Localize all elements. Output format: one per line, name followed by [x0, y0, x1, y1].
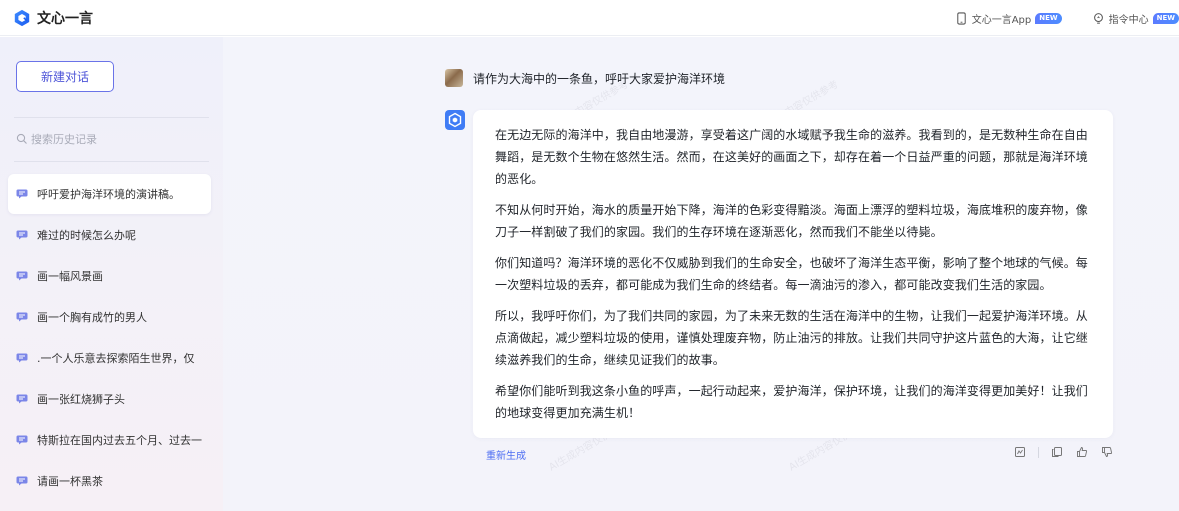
- history-item[interactable]: 难过的时候怎么办呢: [8, 215, 211, 255]
- history-item[interactable]: 画一个胸有成竹的男人: [8, 297, 211, 337]
- history-item[interactable]: 画一张红烧狮子头: [8, 379, 211, 419]
- new-badge: NEW: [1035, 12, 1062, 24]
- new-badge: NEW: [1152, 12, 1179, 24]
- chat-icon: [16, 476, 28, 486]
- history-item-label: 特斯拉在国内过去五个月、过去一: [37, 434, 202, 447]
- copy-button[interactable]: [1050, 445, 1064, 459]
- thumbs-down-icon: [1102, 447, 1113, 457]
- history-item-label: 难过的时候怎么办呢: [37, 229, 136, 242]
- history-item[interactable]: 特斯拉在国内过去五个月、过去一: [8, 420, 211, 460]
- history-item-label: 画一幅风景画: [37, 270, 103, 283]
- chat-icon: [16, 353, 28, 363]
- search-placeholder: 搜索历史记录: [31, 133, 97, 146]
- app-name: 文心一言: [37, 10, 93, 27]
- regenerate-button[interactable]: 重新生成: [486, 447, 526, 462]
- history-item[interactable]: 画一幅风景画: [8, 256, 211, 296]
- history-item-label: 请画一杯黑茶: [37, 475, 103, 488]
- history-list: 呼吁爱护海洋环境的演讲稿。 难过的时候怎么办呢 画一幅风景画画一个胸有成竹的男人 .一…: [8, 174, 211, 502]
- chat-icon: [16, 271, 28, 281]
- search-icon: [16, 133, 27, 144]
- history-search[interactable]: 搜索历史记录: [16, 130, 206, 148]
- bulb-icon: [1093, 12, 1103, 24]
- logo-icon: [14, 9, 30, 26]
- command-center-label: 指令中心: [1108, 14, 1149, 26]
- user-message-text: 请作为大海中的一条鱼，呼吁大家爱护海洋环境: [473, 71, 726, 86]
- top-bar: 文心一言 文心一言App NEW 指令中心 NEW: [0, 0, 1179, 36]
- chat-icon: [16, 189, 28, 199]
- chat-icon: [16, 230, 28, 240]
- answer-paragraph: 所以，我呼吁你们，为了我们共同的家园，为了未来无数的生活在海洋中的生物，让我们一…: [495, 309, 1088, 367]
- answer-card: 在无边无际的海洋中，我自由地漫游，享受着这广阔的水域赋予我生命的滋养。我看到的，…: [473, 110, 1113, 438]
- history-item-label: 呼吁爱护海洋环境的演讲稿。: [37, 188, 180, 201]
- history-item[interactable]: 呼吁爱护海洋环境的演讲稿。: [8, 174, 211, 214]
- answer-paragraph: 不知从何时开始，海水的质量开始下降，海洋的色彩变得黯淡。海面上漂浮的塑料垃圾，海…: [495, 203, 1088, 239]
- history-item[interactable]: .一个人乐意去探索陌生世界，仅: [8, 338, 211, 378]
- sidebar: 新建对话 搜索历史记录 呼吁爱护海洋环境的演讲稿。 难过的时候怎么办呢 画一幅风景画…: [0, 37, 223, 511]
- logo[interactable]: 文心一言: [13, 8, 93, 28]
- history-item-label: 画一个胸有成竹的男人: [37, 311, 147, 324]
- history-item[interactable]: 请画一杯黑茶: [8, 461, 211, 501]
- answer-actions: [1013, 445, 1125, 459]
- bookmark-icon: [1015, 447, 1025, 457]
- app-download-label: 文心一言App: [971, 14, 1032, 26]
- command-center-link[interactable]: 指令中心 NEW: [1092, 11, 1179, 26]
- thumbs-up-button[interactable]: [1075, 445, 1089, 459]
- history-item-label: .一个人乐意去探索陌生世界，仅: [37, 352, 195, 365]
- answer-paragraph: 你们知道吗？海洋环境的恶化不仅威胁到我们的生命安全，也破坏了海洋生态平衡，影响了…: [495, 256, 1088, 292]
- divider: [14, 161, 209, 162]
- thumbs-up-icon: [1077, 447, 1088, 457]
- chat-icon: [16, 312, 28, 322]
- bookmark-button[interactable]: [1013, 445, 1027, 459]
- divider: [14, 117, 209, 118]
- phone-icon: [956, 11, 966, 25]
- conversation-area: AI生成内容仅供参考 AI生成内容仅供参考 AI生成内容仅供参考 AI生成内容仅…: [223, 37, 1179, 511]
- thumbs-down-button[interactable]: [1100, 445, 1114, 459]
- user-avatar: [445, 69, 463, 87]
- copy-icon: [1052, 447, 1062, 457]
- answer-paragraph: 希望你们能听到我这条小鱼的呼声，一起行动起来，爱护海洋，保护环境，让我们的海洋变…: [495, 384, 1088, 420]
- chat-icon: [16, 394, 28, 404]
- divider: [1038, 446, 1039, 458]
- history-item-label: 画一张红烧狮子头: [37, 393, 125, 406]
- new-chat-button[interactable]: 新建对话: [16, 61, 114, 92]
- user-message: 请作为大海中的一条鱼，呼吁大家爱护海洋环境: [445, 69, 725, 87]
- chat-icon: [16, 435, 28, 445]
- app-download-link[interactable]: 文心一言App NEW: [955, 11, 1062, 26]
- bot-avatar-icon: [445, 110, 465, 130]
- answer-paragraph: 在无边无际的海洋中，我自由地漫游，享受着这广阔的水域赋予我生命的滋养。我看到的，…: [495, 128, 1088, 186]
